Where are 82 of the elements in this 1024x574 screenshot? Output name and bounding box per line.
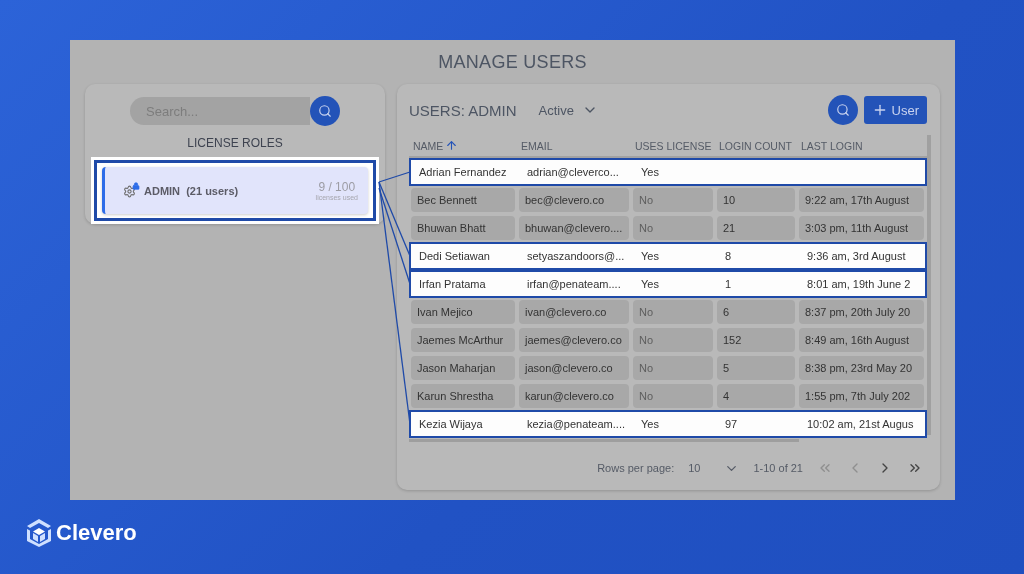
table-cell-text: 8 (724, 249, 733, 264)
search-icon (835, 103, 850, 117)
table-cell: jaemes@clevero.co (519, 328, 629, 352)
table-cell: No (633, 328, 713, 352)
table-cell: No (633, 188, 713, 212)
section-heading: LICENSE ROLES (187, 136, 283, 152)
table-cell-text: Yes (640, 417, 660, 432)
table-cell: 21 (717, 216, 795, 240)
table-cell: 3:03 pm, 11th August (799, 216, 924, 240)
search-icon (318, 104, 332, 118)
scrollbar[interactable] (409, 439, 799, 442)
table-row[interactable]: Jason Maharjan jason@clevero.co No 5 8:38 pm, 23rd May 20 (409, 354, 927, 382)
table-cell: 8:37 pm, 20th July 20 (799, 300, 924, 324)
highlighted-row[interactable]: Irfan Pratama irfan@penateam.... Yes 1 8:01 am, 19th June 2 (409, 270, 927, 298)
scrollbar[interactable] (927, 135, 931, 435)
table-cell: 9:22 am, 17th August (799, 188, 924, 212)
table-cell-text: irfan@penateam.... (526, 277, 622, 292)
table-cell-text: 8:01 am, 19th June 2 (806, 277, 912, 292)
table-cell-text: 10:02 am, 21st Augus (806, 417, 915, 432)
page-title: MANAGE USERS (437, 50, 588, 74)
table-cell-text: setyaszandoors@... (526, 249, 626, 264)
table-row[interactable]: Ivan Mejico ivan@clevero.co No 6 8:37 pm, 20th July 20 (409, 298, 927, 326)
add-user-button[interactable]: User (863, 96, 927, 124)
column-header[interactable]: EMAIL (517, 139, 627, 152)
role-name: ADMIN (21 users) (144, 184, 239, 197)
cube-logo-icon (26, 518, 52, 548)
table-cell-text: 1 (724, 277, 733, 292)
table-cell: No (633, 300, 713, 324)
column-header[interactable]: LAST LOGIN (797, 139, 927, 152)
table-cell: bhuwan@clevero.... (519, 216, 629, 240)
search-button[interactable] (827, 95, 858, 125)
brand-name: Clevero (56, 520, 137, 546)
column-header[interactable]: NAME (409, 139, 513, 152)
table-cell-text: Dedi Setiawan (418, 249, 491, 264)
table-cell-text: Kezia Wijaya (418, 417, 484, 432)
panel-title: USERS: ADMIN (409, 101, 517, 119)
page-range: 1-10 of 21 (753, 462, 803, 474)
table-cell: 8:38 pm, 23rd May 20 (799, 356, 924, 380)
table-cell: Ivan Mejico (411, 300, 515, 324)
table-cell-text: Adrian Fernandez (418, 165, 508, 180)
license-count: 9 / 100 (318, 180, 356, 195)
table-cell: 152 (717, 328, 795, 352)
table-cell: 10 (717, 188, 795, 212)
table-cell-text: kezia@penateam.... (526, 417, 626, 432)
table-cell: No (633, 356, 713, 380)
table-cell: 5 (717, 356, 795, 380)
table-cell: Bhuwan Bhatt (411, 216, 515, 240)
gear-lock-icon (123, 183, 140, 198)
table-cell: 6 (717, 300, 795, 324)
table-cell: Karun Shrestha (411, 384, 515, 408)
table-cell: bec@clevero.co (519, 188, 629, 212)
table-cell-text: 9:36 am, 3rd August (806, 249, 907, 264)
table-cell: jason@clevero.co (519, 356, 629, 380)
table-cell-text: Yes (640, 277, 660, 292)
table-cell: No (633, 216, 713, 240)
table-cell-text: Yes (640, 249, 660, 264)
column-header[interactable]: LOGIN COUNT (715, 139, 793, 152)
table-cell: 1:55 pm, 7th July 202 (799, 384, 924, 408)
table-row[interactable]: Bec Bennett bec@clevero.co No 10 9:22 am, 17th August (409, 186, 927, 214)
table-row[interactable]: Karun Shrestha karun@clevero.co No 4 1:55 pm, 7th July 202 (409, 382, 927, 410)
table-cell: ivan@clevero.co (519, 300, 629, 324)
table-cell: No (633, 384, 713, 408)
table-cell: 8:49 am, 16th August (799, 328, 924, 352)
table-cell-text: 97 (724, 417, 739, 432)
table-cell: karun@clevero.co (519, 384, 629, 408)
table-cell: Bec Bennett (411, 188, 515, 212)
search-button[interactable] (310, 96, 340, 126)
highlighted-row[interactable]: Adrian Fernandez adrian@cleverco... Yes (409, 158, 927, 186)
status-filter[interactable]: Active (538, 102, 598, 118)
rows-per-page-label: Rows per page: (597, 462, 675, 474)
table-cell: Jason Maharjan (411, 356, 515, 380)
table-row[interactable]: Jaemes McArthur jaemes@clevero.co No 152 8:49 am, 16th August (409, 326, 927, 354)
table-row[interactable]: Bhuwan Bhatt bhuwan@clevero.... No 21 3:03 pm, 11th August (409, 214, 927, 242)
highlighted-row[interactable]: Kezia Wijaya kezia@penateam.... Yes 97 10:02 am, 21st Augus (409, 410, 927, 438)
table-cell: Jaemes McArthur (411, 328, 515, 352)
rows-per-page-select[interactable]: 10 (688, 460, 740, 476)
table-cell-text: Yes (640, 165, 660, 180)
table-cell-text: adrian@cleverco... (526, 165, 620, 180)
highlighted-row[interactable]: Dedi Setiawan setyaszandoors@... Yes 8 9:36 am, 3rd August (409, 242, 927, 270)
table-cell: 4 (717, 384, 795, 408)
column-header[interactable]: USES LICENSE (631, 139, 711, 152)
table-cell-text: Irfan Pratama (418, 277, 487, 292)
